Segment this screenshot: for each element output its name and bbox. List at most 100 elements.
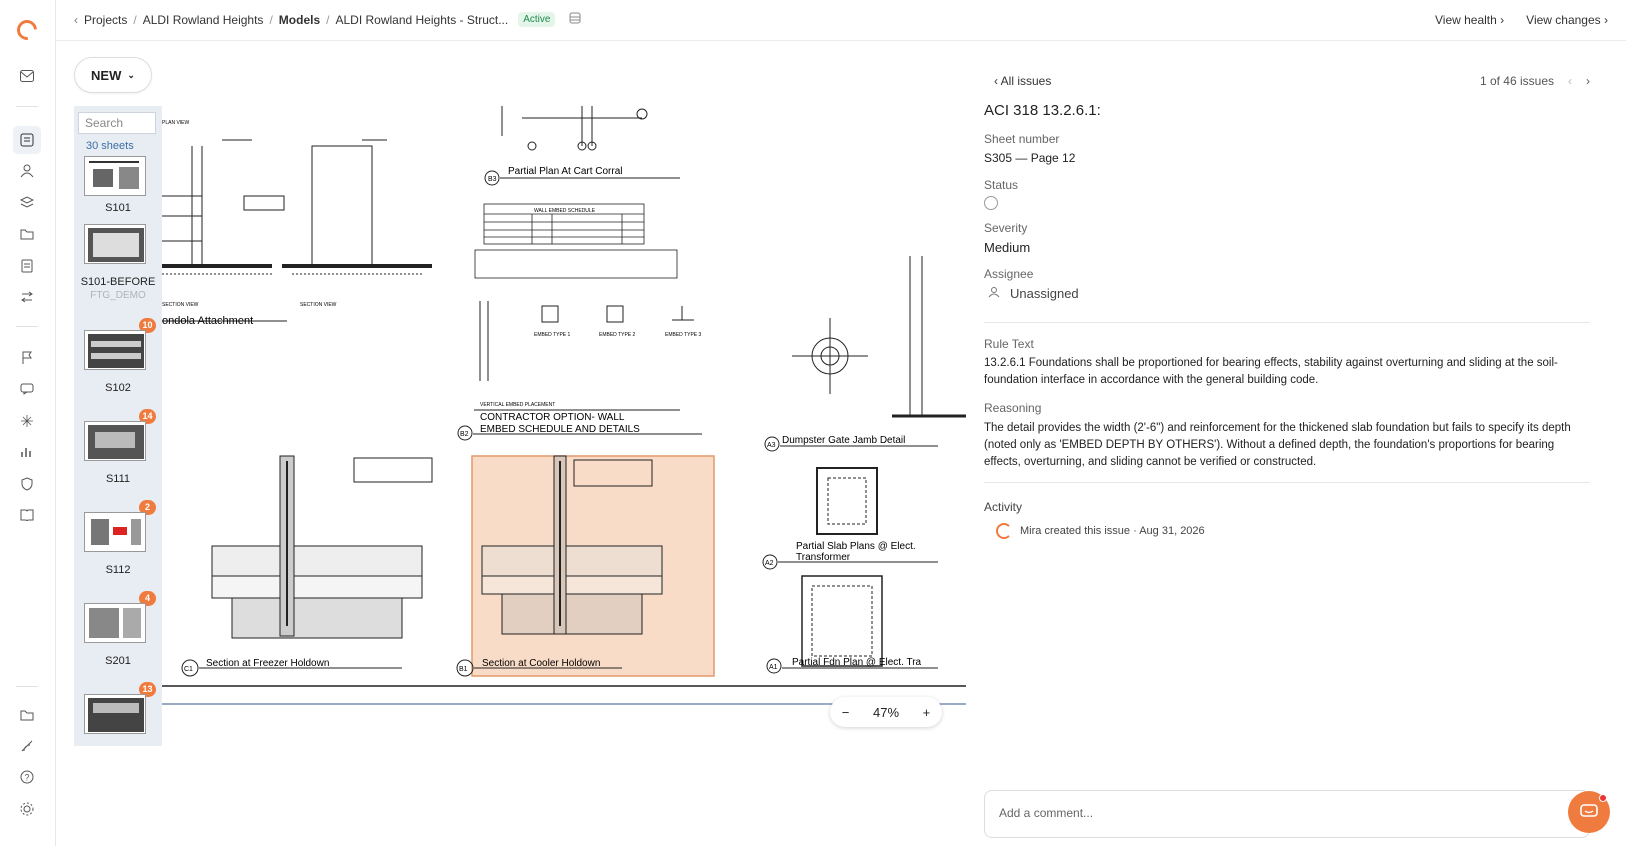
callout-a2: A2: [765, 560, 774, 567]
drawing-title: Section at Cooler Holdown: [482, 658, 600, 669]
drawing-label: PLAN VIEW: [162, 120, 190, 126]
status-badge: Active: [518, 12, 556, 27]
view-health-link[interactable]: View health ›: [1435, 13, 1504, 27]
zoom-in-button[interactable]: +: [923, 705, 931, 720]
next-issue-button[interactable]: ›: [1586, 74, 1590, 88]
flag-icon[interactable]: [19, 350, 35, 366]
folder-icon[interactable]: [19, 226, 35, 242]
zoom-level: 47%: [872, 704, 900, 720]
breadcrumb-projects[interactable]: Projects: [84, 13, 127, 27]
sheet-thumbnail[interactable]: [84, 156, 146, 196]
drawing-title: Partial Plan At Cart Corral: [508, 166, 623, 177]
back-chevron-icon[interactable]: ‹: [74, 13, 78, 27]
sheet-label[interactable]: S112: [74, 564, 162, 576]
callout-c1: C1: [184, 666, 193, 673]
sheet-thumbnail[interactable]: [84, 330, 146, 370]
comment-input[interactable]: Add a comment...: [984, 790, 1590, 838]
chat-launcher-button[interactable]: [1568, 791, 1610, 833]
mira-avatar: [996, 523, 1012, 539]
help-icon[interactable]: ?: [19, 769, 35, 785]
sheet-number-value[interactable]: S305 — Page 12: [984, 151, 1075, 165]
settings-gear-icon[interactable]: [19, 801, 35, 817]
new-button[interactable]: NEW ⌄: [74, 57, 152, 93]
callout-a3: A3: [767, 442, 776, 449]
top-bar: ‹ Projects / ALDI Rowland Heights / Mode…: [56, 0, 1626, 41]
sheet-label[interactable]: S111: [74, 473, 162, 485]
layers-icon[interactable]: [19, 195, 35, 211]
breadcrumb-model[interactable]: ALDI Rowland Heights - Struct...: [335, 13, 508, 27]
sheet-thumbnail[interactable]: [84, 224, 146, 264]
drawing-label: EMBED TYPE 1: [534, 332, 571, 338]
issue-position: 1 of 46 issues: [1479, 74, 1554, 88]
breadcrumb-project[interactable]: ALDI Rowland Heights: [143, 13, 264, 27]
files-icon[interactable]: [19, 707, 35, 723]
user-icon: [988, 286, 1000, 301]
shield-icon[interactable]: [19, 476, 35, 492]
issue-title: ACI 318 13.2.6.1:: [984, 102, 1101, 119]
issue-panel: ‹ All issues 1 of 46 issues ‹ › ACI 318 …: [984, 41, 1590, 846]
zoom-control: − 47% +: [830, 697, 942, 727]
callout-b1: B1: [459, 666, 468, 673]
view-changes-link[interactable]: View changes ›: [1526, 13, 1608, 27]
sheet-search-input[interactable]: Search: [78, 112, 156, 134]
chat-icon[interactable]: [19, 381, 35, 397]
sheet-thumbnail[interactable]: [84, 603, 146, 643]
chevron-down-icon: ⌄: [127, 69, 135, 80]
table-title: WALL EMBED SCHEDULE: [534, 208, 596, 214]
callout-a1: A1: [769, 664, 778, 671]
sheet-label[interactable]: S101: [74, 202, 162, 214]
people-icon[interactable]: [19, 163, 35, 179]
book-icon[interactable]: [19, 507, 35, 523]
assignee-select[interactable]: Unassigned: [988, 286, 1079, 301]
document-icon[interactable]: [19, 258, 35, 274]
sheet-label[interactable]: S201: [74, 655, 162, 667]
rule-text-label: Rule Text: [984, 337, 1034, 351]
signal-icon[interactable]: [19, 738, 35, 754]
svg-text:?: ?: [25, 773, 30, 783]
drawing-label: EMBED TYPE 3: [665, 332, 702, 338]
sheet-label[interactable]: S101-BEFORE: [74, 276, 162, 288]
notification-dot: [1599, 794, 1607, 802]
sheet-count: 30 sheets: [86, 140, 134, 152]
severity-value[interactable]: Medium: [984, 240, 1030, 255]
drawing-label: EMBED TYPE 2: [599, 332, 636, 338]
drawing-viewer[interactable]: ondola Attachment PLAN VIEW SECTION VIEW…: [162, 106, 966, 746]
drawing-label: SECTION VIEW: [162, 302, 199, 308]
left-rail: ?: [0, 0, 56, 846]
drawing-title: Partial Fdn Plan @ Elect. Tra: [792, 657, 922, 668]
compare-icon[interactable]: [19, 289, 35, 305]
breadcrumb-models[interactable]: Models: [279, 13, 320, 27]
inbox-icon[interactable]: [19, 68, 35, 84]
sheet-thumbnail[interactable]: [84, 421, 146, 461]
sheet-list: Search 30 sheets S101 S101-BEFORE FTG_DE…: [74, 106, 162, 746]
models-icon[interactable]: [13, 126, 41, 154]
sheet-number-label: Sheet number: [984, 132, 1060, 146]
breadcrumb: ‹ Projects / ALDI Rowland Heights / Mode…: [74, 12, 581, 27]
callout-b3: B3: [488, 176, 497, 183]
chat-icon: [1580, 804, 1598, 817]
drawing-canvas: ondola Attachment PLAN VIEW SECTION VIEW…: [162, 106, 966, 705]
zoom-out-button[interactable]: −: [842, 705, 850, 720]
reasoning-label: Reasoning: [984, 401, 1042, 415]
sheet-thumbnail[interactable]: [84, 694, 146, 734]
sheet-label[interactable]: S102: [74, 382, 162, 394]
sheet-sublabel: FTG_DEMO: [90, 290, 146, 301]
drawing-label: VERTICAL EMBED PLACEMENT: [480, 402, 555, 408]
reasoning-text: The detail provides the width (2'-6") an…: [984, 422, 1571, 468]
prev-issue-button[interactable]: ‹: [1568, 74, 1572, 88]
drawing-label: SECTION VIEW: [300, 302, 337, 308]
analytics-icon[interactable]: [19, 444, 35, 460]
activity-item: Mira created this issue · Aug 31, 2026: [996, 523, 1205, 539]
sparkle-icon[interactable]: [19, 413, 35, 429]
callout-b2: B2: [460, 431, 469, 438]
sheet-thumbnail[interactable]: [84, 512, 146, 552]
app-logo[interactable]: [12, 15, 42, 45]
database-icon[interactable]: [569, 12, 581, 27]
drawing-title: EMBED SCHEDULE AND DETAILS: [480, 424, 640, 435]
severity-label: Severity: [984, 221, 1028, 235]
drawing-title: Transformer: [796, 552, 851, 563]
activity-label: Activity: [984, 500, 1023, 514]
all-issues-link[interactable]: ‹ All issues: [994, 74, 1051, 88]
status-toggle[interactable]: [984, 196, 998, 210]
rule-text: 13.2.6.1 Foundations shall be proportion…: [984, 357, 1558, 386]
